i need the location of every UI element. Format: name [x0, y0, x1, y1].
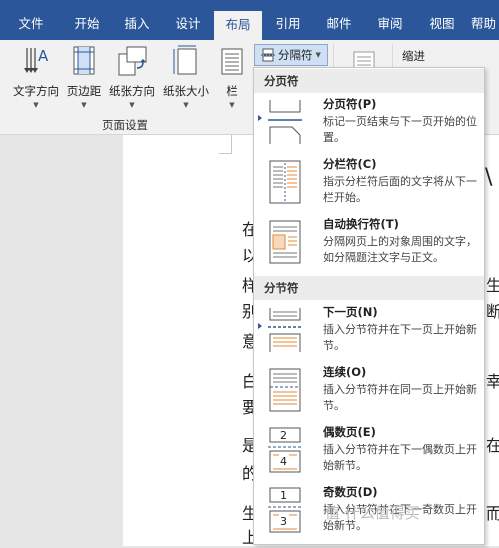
- text-wrapping-icon: [269, 220, 301, 264]
- tab-design[interactable]: 设计: [162, 8, 214, 40]
- menu-item-title: 分页符(P): [323, 97, 377, 111]
- tab-home[interactable]: 开始: [62, 8, 112, 40]
- selection-marker: [258, 115, 262, 121]
- menu-item-desc: 插入分节符并在同一页上开始新节。: [323, 383, 477, 412]
- svg-text:2: 2: [280, 429, 287, 442]
- menu-item-text-wrapping[interactable]: 自动换行符(T) 分隔网页上的对象周围的文字，如分隔题注文字与正文。: [254, 216, 484, 278]
- column-break-icon: [269, 160, 301, 204]
- size-button[interactable]: 纸张大小 ▼: [160, 44, 212, 109]
- menu-item-title: 奇数页(D): [323, 485, 378, 499]
- menu-item-page-break[interactable]: 分页符(P) 标记一页结束与下一页开始的位置。: [254, 96, 484, 158]
- continuous-icon: [269, 368, 301, 412]
- document-heading-fragment: \: [485, 165, 493, 190]
- tab-mailings[interactable]: 邮件: [314, 8, 364, 40]
- tab-file[interactable]: 文件: [0, 8, 62, 40]
- menu-item-column-break[interactable]: 分栏符(C) 指示分栏符后面的文字将从下一栏开始。: [254, 156, 484, 218]
- margins-button[interactable]: 页边距 ▼: [64, 44, 104, 109]
- document-text-char: 幸: [486, 372, 499, 391]
- svg-text:3: 3: [280, 515, 287, 528]
- text-direction-button[interactable]: A 文字方向 ▼: [10, 44, 62, 109]
- document-text-char: 而: [486, 504, 499, 523]
- menu-item-title: 分栏符(C): [323, 157, 377, 171]
- selection-marker: [258, 323, 262, 329]
- svg-text:4: 4: [280, 455, 287, 468]
- document-text-char: 在: [486, 436, 499, 455]
- menu-item-title: 下一页(N): [323, 305, 378, 319]
- tab-insert[interactable]: 插入: [112, 8, 162, 40]
- menu-item-title: 自动换行符(T): [323, 217, 399, 231]
- chevron-down-icon: ▼: [81, 101, 87, 109]
- menu-item-desc: 插入分节符并在下一偶数页上开始新节。: [323, 443, 477, 472]
- orientation-label: 纸张方向: [109, 84, 155, 98]
- columns-label: 栏: [226, 84, 238, 98]
- tab-help[interactable]: 帮助: [468, 8, 499, 40]
- columns-icon: [221, 48, 243, 75]
- page-setup-group-label: 页面设置: [102, 118, 148, 132]
- title-bar: [0, 0, 499, 8]
- columns-button[interactable]: 栏 ▼: [218, 44, 246, 109]
- breaks-button[interactable]: 分隔符 ▼: [254, 44, 328, 66]
- breaks-label: 分隔符: [278, 48, 313, 62]
- chevron-down-icon: ▼: [315, 51, 321, 59]
- menu-item-desc: 标记一页结束与下一页开始的位置。: [323, 115, 477, 144]
- tab-references[interactable]: 引用: [262, 8, 314, 40]
- document-text-char: 断: [486, 302, 499, 321]
- menu-item-desc: 插入分节符并在下一页上开始新节。: [323, 323, 477, 352]
- ribbon-tab-bar: 文件 开始 插入 设计 布局 引用 邮件 审阅 视图 帮助: [0, 8, 499, 40]
- document-text-char: 生: [486, 276, 499, 295]
- margins-icon: [73, 46, 95, 75]
- chevron-down-icon: ▼: [229, 101, 235, 109]
- tab-review[interactable]: 审阅: [364, 8, 416, 40]
- chevron-down-icon: ▼: [33, 101, 39, 109]
- svg-text:A: A: [38, 47, 49, 65]
- menu-item-even-page[interactable]: 2 4 偶数页(E) 插入分节符并在下一偶数页上开始新节。: [254, 424, 484, 486]
- menu-item-desc: 分隔网页上的对象周围的文字，如分隔题注文字与正文。: [323, 235, 477, 264]
- menu-item-next-page[interactable]: 下一页(N) 插入分节符并在下一页上开始新节。: [254, 304, 484, 366]
- even-page-icon: 2 4: [268, 427, 302, 473]
- chevron-down-icon: ▼: [129, 101, 135, 109]
- breaks-dropdown-menu: 分页符 分页符(P) 标记一页结束与下一页开始的位置。 分栏符(C) 指示分栏符…: [253, 67, 485, 545]
- indent-label: 缩进: [402, 49, 425, 63]
- size-icon: [173, 45, 197, 75]
- size-label: 纸张大小: [163, 84, 209, 98]
- text-direction-icon: A: [24, 47, 49, 73]
- watermark: 值 什么值得买: [325, 504, 420, 522]
- menu-item-title: 偶数页(E): [323, 425, 376, 439]
- menu-item-title: 连续(O): [323, 365, 367, 379]
- tab-view[interactable]: 视图: [416, 8, 468, 40]
- menu-item-continuous[interactable]: 连续(O) 插入分节符并在同一页上开始新节。: [254, 364, 484, 426]
- svg-text:1: 1: [280, 489, 287, 502]
- page-breaks-header: 分页符: [254, 69, 484, 93]
- section-breaks-header: 分节符: [254, 276, 484, 300]
- odd-page-icon: 1 3: [268, 487, 302, 533]
- document-margin-area: [0, 135, 123, 546]
- margin-corner-mark: [231, 135, 232, 153]
- page-break-icon: [268, 100, 302, 144]
- next-page-icon: [268, 308, 302, 352]
- tab-layout[interactable]: 布局: [214, 11, 262, 40]
- text-direction-label: 文字方向: [13, 84, 59, 98]
- chevron-down-icon: ▼: [183, 101, 189, 109]
- menu-item-desc: 指示分栏符后面的文字将从下一栏开始。: [323, 175, 477, 204]
- margin-corner-mark: [219, 153, 232, 154]
- orientation-button[interactable]: 纸张方向 ▼: [106, 44, 158, 109]
- orientation-icon: [118, 46, 147, 76]
- margins-label: 页边距: [66, 84, 102, 98]
- breaks-icon: [261, 48, 275, 62]
